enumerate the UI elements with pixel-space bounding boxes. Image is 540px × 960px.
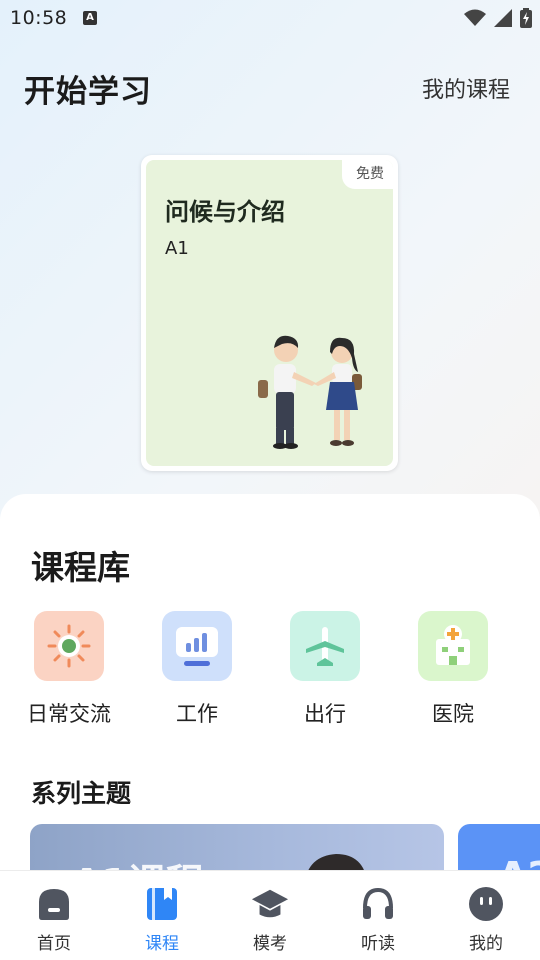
category-label: 医院 — [432, 702, 474, 726]
category-label: 出行 — [304, 702, 346, 726]
headphones-icon — [359, 885, 397, 923]
battery-icon — [520, 8, 532, 28]
status-time: 10:58 — [10, 7, 68, 29]
status-icons — [464, 8, 532, 28]
nav-label: 首页 — [37, 934, 71, 954]
status-bar: 10:58 A — [0, 0, 540, 36]
nav-courses[interactable]: 课程 — [108, 871, 216, 960]
nav-profile[interactable]: 我的 — [432, 871, 540, 960]
bottom-navigation: 首页 课程 模考 听读 我的 — [0, 870, 540, 960]
nav-mock-exam[interactable]: 模考 — [216, 871, 324, 960]
nav-home[interactable]: 首页 — [0, 871, 108, 960]
course-level: A1 — [165, 238, 189, 259]
category-hospital[interactable]: 医院 — [403, 611, 503, 728]
profile-icon — [467, 885, 505, 923]
featured-course-card[interactable]: 免费 问候与介绍 A1 — [141, 155, 398, 471]
nav-label: 课程 — [145, 934, 179, 954]
nav-label: 模考 — [253, 934, 287, 954]
featured-course-content: 免费 问候与介绍 A1 — [146, 160, 393, 466]
students-handshake-illustration — [258, 335, 362, 449]
course-title: 问候与介绍 — [165, 198, 285, 226]
graduation-cap-icon — [251, 885, 289, 923]
category-daily-conversation[interactable]: 日常交流 — [19, 611, 119, 728]
monitor-chart-icon — [162, 611, 232, 681]
book-icon — [143, 885, 181, 923]
sun-icon — [34, 611, 104, 681]
nav-label: 听读 — [361, 934, 395, 954]
signal-icon — [494, 9, 512, 27]
category-label: 日常交流 — [27, 702, 111, 726]
home-icon — [35, 885, 73, 923]
category-work[interactable]: 工作 — [147, 611, 247, 728]
category-travel[interactable]: 出行 — [275, 611, 375, 728]
hospital-icon — [418, 611, 488, 681]
page-title: 开始学习 — [24, 74, 152, 110]
my-courses-link[interactable]: 我的课程 — [422, 72, 510, 104]
category-label: 工作 — [176, 702, 218, 726]
series-title: 系列主题 — [31, 779, 132, 808]
free-badge: 免费 — [342, 160, 393, 189]
nav-label: 我的 — [469, 934, 503, 954]
nav-listen-read[interactable]: 听读 — [324, 871, 432, 960]
library-title: 课程库 — [31, 548, 130, 587]
airplane-icon — [290, 611, 360, 681]
notification-icon: A — [83, 11, 97, 25]
wifi-icon — [464, 9, 486, 26]
